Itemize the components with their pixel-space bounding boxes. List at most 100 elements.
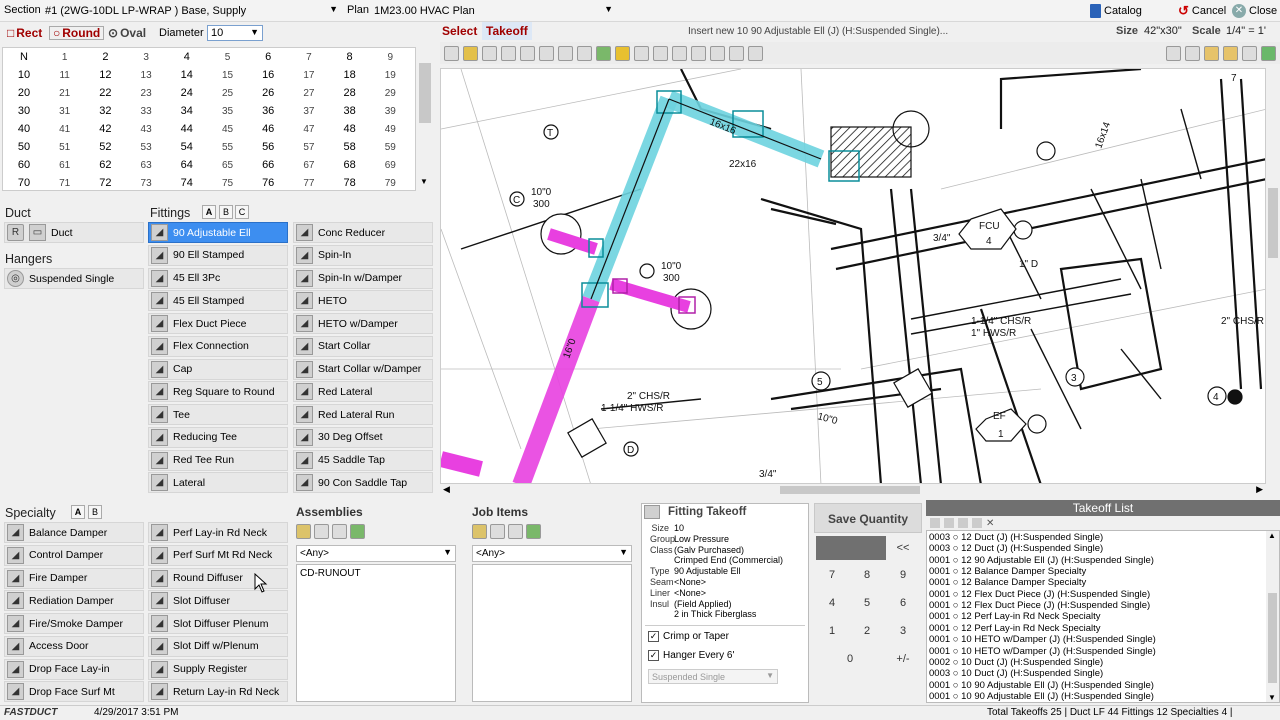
list-item[interactable]: ◢ Spin-In w/Damper (293, 267, 433, 289)
takeoff-mode-button[interactable]: Takeoff (482, 22, 532, 40)
list-item[interactable]: 0001 ○ 12 Balance Damper Specialty (929, 577, 1086, 588)
cancel-button[interactable]: ↺ Cancel (1178, 2, 1226, 20)
size-cell[interactable]: 79 (370, 175, 410, 192)
size-cell[interactable]: 34 (167, 103, 207, 120)
list-item[interactable]: ◢ Fire Damper (4, 567, 144, 589)
size-cell[interactable]: 72 (85, 175, 125, 192)
list-item[interactable]: ◢ 30 Deg Offset (293, 426, 433, 448)
size-cell[interactable]: 41 (45, 121, 85, 138)
list-item[interactable]: ◢ Start Collar (293, 335, 433, 357)
duct-item[interactable]: R ▭ Duct (4, 222, 144, 243)
list-item[interactable]: 0001 ○ 12 90 Adjustable Ell (J) (H:Suspe… (929, 555, 1154, 566)
size-cell[interactable]: 35 (208, 103, 248, 120)
chevron-right-icon[interactable]: ▶ (1256, 484, 1263, 495)
scroll-thumb[interactable] (419, 63, 431, 123)
takeoff-list-scrollbar[interactable]: ▲ ▼ (1266, 531, 1279, 702)
size-cell[interactable]: 33 (126, 103, 166, 120)
zoom-window-icon[interactable] (482, 45, 497, 61)
folder-open-icon[interactable] (1223, 45, 1238, 61)
list-item[interactable]: ◢ Drop Face Lay-in (4, 658, 144, 680)
list-item[interactable]: ◢ Lateral (148, 472, 288, 494)
list-item[interactable]: ◢ 90 Con Saddle Tap (293, 472, 433, 494)
size-cell[interactable]: 30 (4, 103, 44, 120)
size-cell[interactable]: N (4, 49, 44, 66)
keypad-key[interactable]: 9 (888, 565, 918, 585)
list-item[interactable]: ◢ HETO w/Damper (293, 313, 433, 334)
list-item[interactable]: 0001 ○ 12 Flex Duct Piece (J) (H:Suspend… (929, 589, 1150, 600)
export-icon[interactable] (526, 524, 541, 539)
round-shape-button[interactable]: ○ Round (49, 26, 105, 40)
edit-icon[interactable] (314, 524, 329, 539)
copy-icon[interactable] (634, 45, 649, 61)
copy-icon[interactable] (508, 524, 523, 539)
hanger-checkbox[interactable]: ✓ Hanger Every 6' (648, 650, 734, 661)
chevron-down-icon[interactable]: ▼ (1268, 693, 1276, 702)
list-item[interactable]: ◢ Red Lateral Run (293, 404, 433, 425)
list-item[interactable]: ◢ Supply Register (148, 658, 288, 680)
list-item[interactable]: ◢ Flex Duct Piece (148, 313, 288, 334)
list-item[interactable]: ◢ Return Lay-in Rd Neck (148, 681, 288, 703)
size-cell[interactable]: 10 (4, 67, 44, 84)
size-cell[interactable]: 48 (330, 121, 370, 138)
list-item[interactable]: 0001 ○ 10 HETO w/Damper (J) (H:Suspended… (929, 634, 1156, 645)
size-cell[interactable]: 31 (45, 103, 85, 120)
delete-icon[interactable] (691, 45, 706, 61)
list-item[interactable]: 0001 ○ 12 Perf Lay-in Rd Neck Specialty (929, 611, 1101, 622)
list-item[interactable]: ◢ Flex Connection (148, 335, 288, 357)
keypad-key[interactable]: 6 (888, 593, 918, 613)
list-item[interactable]: ◢ 45 Saddle Tap (293, 449, 433, 471)
snap-icon[interactable] (672, 45, 687, 61)
canvas-horizontal-scrollbar[interactable]: ◀ ▶ (440, 484, 1266, 496)
export-icon[interactable] (1261, 45, 1276, 61)
list-item[interactable]: 0003 ○ 12 Duct (J) (H:Suspended Single) (929, 532, 1103, 543)
size-cell[interactable]: 75 (208, 175, 248, 192)
size-cell[interactable]: 64 (167, 157, 207, 174)
hvac-plan-drawing[interactable]: 16x16 22x16 10"0 300 10"0 300 16"0 FCU 4… (441, 69, 1266, 484)
list-item[interactable]: ◢ Reducing Tee (148, 426, 288, 448)
size-cell[interactable]: 56 (248, 139, 288, 156)
job-items-filter-select[interactable]: <Any> ▼ (472, 545, 632, 562)
print-icon[interactable] (577, 45, 592, 61)
list-item[interactable]: ◢ Drop Face Surf Mt (4, 681, 144, 703)
list-item[interactable]: ◢ Rediation Damper (4, 590, 144, 612)
size-cell[interactable]: 19 (370, 67, 410, 84)
size-cell[interactable]: 25 (208, 85, 248, 102)
list-item[interactable]: 0001 ○ 12 Perf Lay-in Rd Neck Specialty (929, 623, 1101, 634)
size-cell[interactable]: 45 (208, 121, 248, 138)
edit-icon[interactable] (490, 524, 505, 539)
list-item[interactable]: ◢ Red Tee Run (148, 449, 288, 471)
list-item[interactable]: ◢ HETO (293, 290, 433, 312)
size-cell[interactable]: 15 (208, 67, 248, 84)
crimp-checkbox[interactable]: ✓ Crimp or Taper (648, 631, 729, 642)
keypad-key[interactable]: 4 (817, 593, 847, 613)
save-quantity-button[interactable]: Save Quantity (814, 503, 922, 533)
list-item[interactable]: ◢ Reg Square to Round (148, 381, 288, 403)
size-cell[interactable]: 66 (248, 157, 288, 174)
size-cell[interactable]: 68 (330, 157, 370, 174)
folder-icon[interactable] (1204, 45, 1219, 61)
size-cell[interactable]: 37 (289, 103, 329, 120)
hanger-item[interactable]: ◎ Suspended Single (4, 268, 144, 289)
add-icon[interactable] (296, 524, 311, 539)
size-cell[interactable]: 61 (45, 157, 85, 174)
size-cell[interactable]: 67 (289, 157, 329, 174)
catalog-button[interactable]: Catalog (1090, 2, 1142, 20)
paste-icon[interactable] (653, 45, 668, 61)
size-cell[interactable]: 42 (85, 121, 125, 138)
settings-icon[interactable] (444, 45, 459, 61)
size-cell[interactable]: 6 (248, 49, 288, 66)
fittings-tab-b[interactable]: B (219, 205, 233, 219)
paste-icon[interactable] (958, 518, 968, 528)
zoom-out-icon[interactable] (520, 45, 535, 61)
scroll-thumb[interactable] (780, 486, 920, 494)
calc-icon[interactable] (748, 45, 763, 61)
add-icon[interactable] (472, 524, 487, 539)
size-cell[interactable]: 65 (208, 157, 248, 174)
list-item[interactable]: ◢ 45 Ell 3Pc (148, 267, 288, 289)
chevron-up-icon[interactable]: ▲ (1268, 531, 1276, 540)
list-item[interactable]: ◢ Control Damper (4, 544, 144, 566)
size-cell[interactable]: 3 (126, 49, 166, 66)
printer-icon[interactable] (1242, 45, 1257, 61)
size-cell[interactable]: 60 (4, 157, 44, 174)
list-item[interactable]: ◢ Slot Diffuser (148, 590, 288, 612)
